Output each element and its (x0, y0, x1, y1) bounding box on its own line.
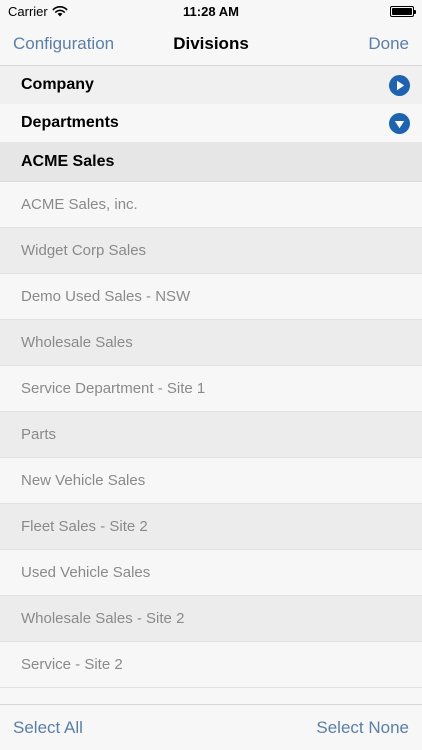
status-left: Carrier (8, 4, 68, 19)
list-item[interactable]: Fleet Sales - Site 2 (0, 504, 422, 550)
departments-row[interactable]: Departments (0, 104, 422, 142)
list-item[interactable]: Service Department - Site 1 (0, 366, 422, 412)
wifi-icon (52, 5, 68, 17)
list-item[interactable]: ACME Sales, inc. (0, 182, 422, 228)
battery-fill (392, 7, 412, 15)
group-header-acme-sales: ACME Sales (0, 142, 422, 182)
list-item[interactable]: New Vehicle Sales (0, 458, 422, 504)
list-item[interactable]: Demo Used Sales - NSW (0, 274, 422, 320)
bottom-toolbar: Select All Select None (0, 704, 422, 750)
status-bar: Carrier 11:28 AM (0, 0, 422, 22)
list-item[interactable]: Parts (0, 412, 422, 458)
company-label: Company (21, 76, 94, 93)
battery-icon (390, 5, 416, 17)
navigation-bar: Configuration Divisions Done (0, 22, 422, 66)
play-circle-icon[interactable] (389, 74, 410, 96)
configuration-back-button[interactable]: Configuration (13, 34, 114, 54)
departments-label: Departments (21, 114, 119, 131)
divisions-list[interactable]: ACME Sales, inc. Widget Corp Sales Demo … (0, 182, 422, 704)
select-none-button[interactable]: Select None (316, 718, 409, 738)
carrier-label: Carrier (8, 3, 48, 19)
chevron-down-circle-icon[interactable] (389, 112, 410, 134)
list-item[interactable]: Used Vehicle Sales (0, 550, 422, 596)
list-item[interactable]: Wholesale Sales (0, 320, 422, 366)
select-all-button[interactable]: Select All (13, 718, 83, 738)
list-item[interactable]: Widget Corp Sales (0, 228, 422, 274)
group-header-label: ACME Sales (21, 152, 115, 170)
done-button[interactable]: Done (368, 34, 409, 54)
list-item[interactable]: Wholesale Sales - Site 2 (0, 596, 422, 642)
list-item[interactable]: Service - Site 2 (0, 642, 422, 688)
company-row[interactable]: Company (0, 66, 422, 104)
